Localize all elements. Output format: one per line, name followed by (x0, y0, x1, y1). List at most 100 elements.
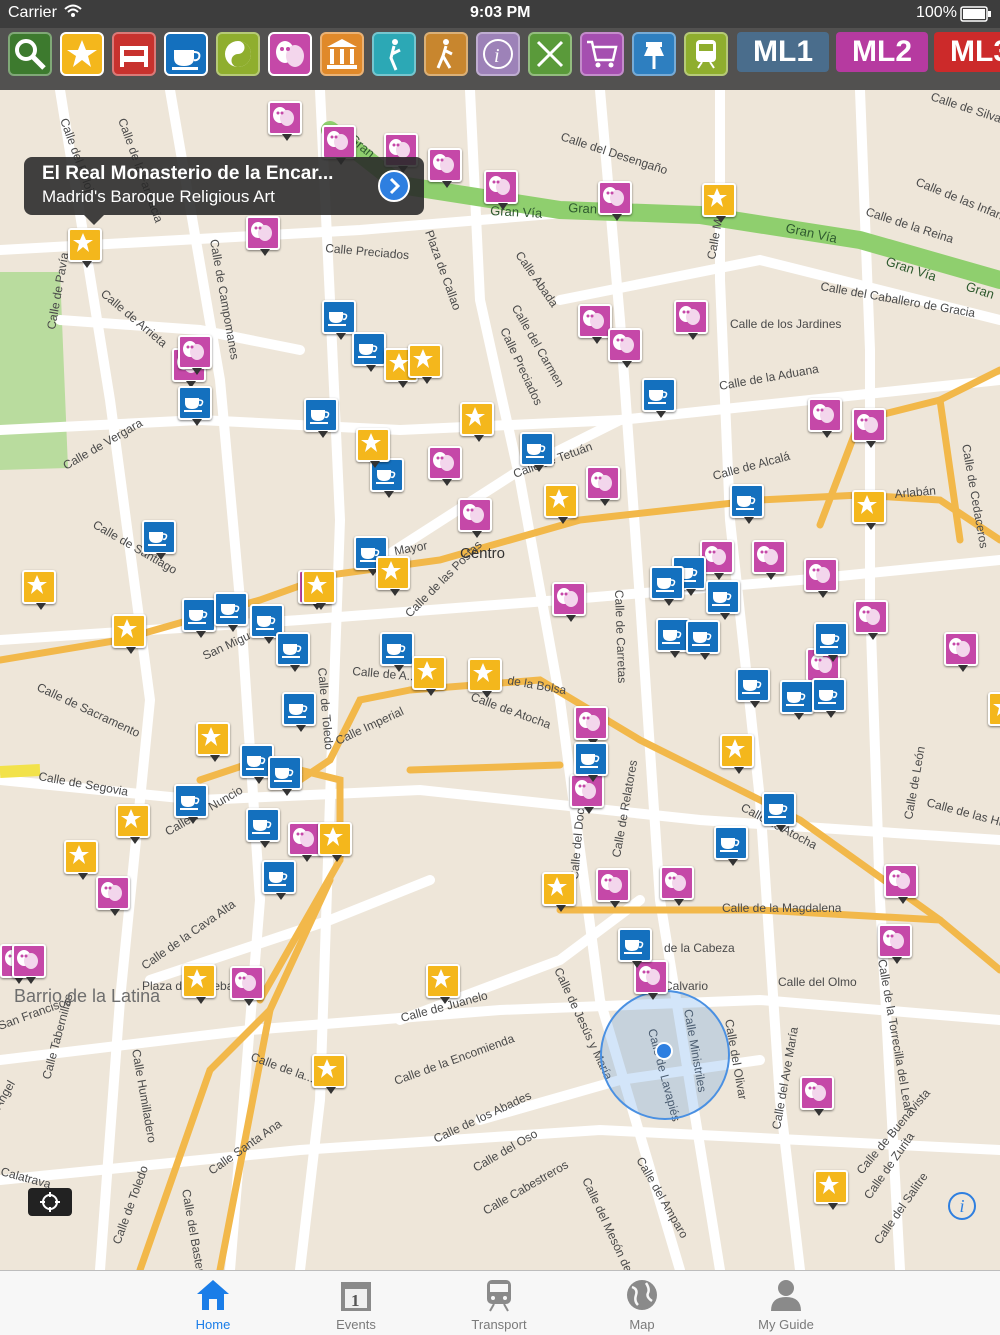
cafe-pin[interactable] (762, 792, 796, 832)
tab-my-guide[interactable]: My Guide (726, 1271, 846, 1335)
theatre-pin[interactable] (674, 300, 708, 340)
cafe-pin[interactable] (142, 520, 176, 560)
poi-callout[interactable]: El Real Monasterio de la Encar... Madrid… (24, 157, 424, 225)
theatre-pin[interactable] (804, 558, 838, 598)
theatre-icon[interactable] (268, 32, 312, 76)
hotels-icon[interactable] (112, 32, 156, 76)
attraction-pin[interactable] (412, 656, 446, 696)
museums-icon[interactable] (320, 32, 364, 76)
theatre-pin[interactable] (484, 170, 518, 210)
cafe-pin[interactable] (268, 756, 302, 796)
cafe-pin[interactable] (812, 678, 846, 718)
theatre-pin[interactable] (288, 822, 322, 862)
cafe-pin[interactable] (322, 300, 356, 340)
chevron-right-icon[interactable] (378, 170, 410, 202)
cafe-pin[interactable] (642, 378, 676, 418)
theatre-pin[interactable] (96, 876, 130, 916)
theatre-pin[interactable] (586, 466, 620, 506)
attraction-pin[interactable] (112, 614, 146, 654)
theatre-pin[interactable] (552, 582, 586, 622)
cafes-icon[interactable] (164, 32, 208, 76)
cafe-pin[interactable] (574, 742, 608, 782)
restaurants-icon[interactable] (528, 32, 572, 76)
attraction-pin[interactable] (468, 658, 502, 698)
locate-me-button[interactable] (28, 1188, 72, 1216)
attraction-pin[interactable] (196, 722, 230, 762)
attraction-pin[interactable] (356, 428, 390, 468)
tab-home[interactable]: Home (153, 1271, 273, 1335)
theatre-pin[interactable] (854, 600, 888, 640)
cafe-pin[interactable] (520, 432, 554, 472)
attraction-pin[interactable] (408, 344, 442, 384)
cafe-pin[interactable] (282, 692, 316, 732)
attraction-pin[interactable] (702, 183, 736, 223)
attraction-pin[interactable] (376, 556, 410, 596)
cafe-pin[interactable] (276, 632, 310, 672)
theatre-pin[interactable] (808, 398, 842, 438)
cafe-pin[interactable] (706, 580, 740, 620)
attraction-pin[interactable] (318, 822, 352, 862)
tab-transport[interactable]: Transport (439, 1271, 559, 1335)
attraction-pin[interactable] (426, 964, 460, 1004)
theatre-pin[interactable] (578, 304, 612, 344)
tab-events[interactable]: 1 Events (296, 1271, 416, 1335)
theatre-pin[interactable] (800, 1076, 834, 1116)
cafe-pin[interactable] (174, 784, 208, 824)
cafe-pin[interactable] (304, 398, 338, 438)
search-icon[interactable] (8, 32, 52, 76)
theatre-pin[interactable] (246, 216, 280, 256)
cafe-pin[interactable] (380, 632, 414, 672)
cafe-pin[interactable] (246, 808, 280, 848)
cafe-pin[interactable] (262, 860, 296, 900)
attraction-pin[interactable] (312, 1054, 346, 1094)
attraction-pin[interactable] (68, 228, 102, 268)
cafe-pin[interactable] (650, 566, 684, 606)
cafe-pin[interactable] (656, 618, 690, 658)
cafe-pin[interactable] (814, 622, 848, 662)
attraction-pin[interactable] (988, 692, 1000, 726)
attraction-pin[interactable] (544, 484, 578, 524)
attraction-pin[interactable] (64, 840, 98, 880)
ml1-button[interactable]: ML1 (737, 32, 829, 72)
theatre-pin[interactable] (322, 125, 356, 165)
theatre-pin[interactable] (574, 706, 608, 746)
walking-tours-icon[interactable] (424, 32, 468, 76)
theatre-pin[interactable] (598, 181, 632, 221)
cafe-pin[interactable] (618, 928, 652, 968)
theatre-pin[interactable] (752, 540, 786, 580)
pin-icon[interactable] (632, 32, 676, 76)
cafe-pin[interactable] (780, 680, 814, 720)
attraction-pin[interactable] (720, 734, 754, 774)
attraction-pin[interactable] (22, 570, 56, 610)
shopping-icon[interactable] (580, 32, 624, 76)
information-icon[interactable]: i (476, 32, 520, 76)
cafe-pin[interactable] (736, 668, 770, 708)
attraction-pin[interactable] (852, 490, 886, 530)
nightlife-icon[interactable] (372, 32, 416, 76)
map-info-icon[interactable]: i (948, 1192, 976, 1220)
cafe-pin[interactable] (178, 386, 212, 426)
theatre-pin[interactable] (230, 966, 264, 1006)
theatre-pin[interactable] (268, 101, 302, 141)
attraction-pin[interactable] (542, 872, 576, 912)
attraction-pin[interactable] (460, 402, 494, 442)
train-icon[interactable] (684, 32, 728, 76)
theatre-pin[interactable] (428, 446, 462, 486)
cafe-pin[interactable] (686, 620, 720, 660)
theatre-pin[interactable] (178, 335, 212, 375)
wellness-icon[interactable] (216, 32, 260, 76)
theatre-pin[interactable] (570, 774, 604, 814)
cafe-pin[interactable] (214, 592, 248, 632)
ml2-button[interactable]: ML2 (836, 32, 928, 72)
attraction-pin[interactable] (182, 964, 216, 1004)
theatre-pin[interactable] (884, 864, 918, 904)
cafe-pin[interactable] (352, 332, 386, 372)
theatre-pin[interactable] (596, 868, 630, 908)
theatre-pin[interactable] (428, 148, 462, 188)
attractions-icon[interactable] (60, 32, 104, 76)
map-view[interactable]: Calle del Reloj Calle de la Farmacia Cal… (0, 90, 1000, 1270)
cafe-pin[interactable] (730, 484, 764, 524)
attraction-pin[interactable] (302, 570, 336, 610)
cafe-pin[interactable] (182, 598, 216, 638)
tab-map[interactable]: Map (582, 1271, 702, 1335)
